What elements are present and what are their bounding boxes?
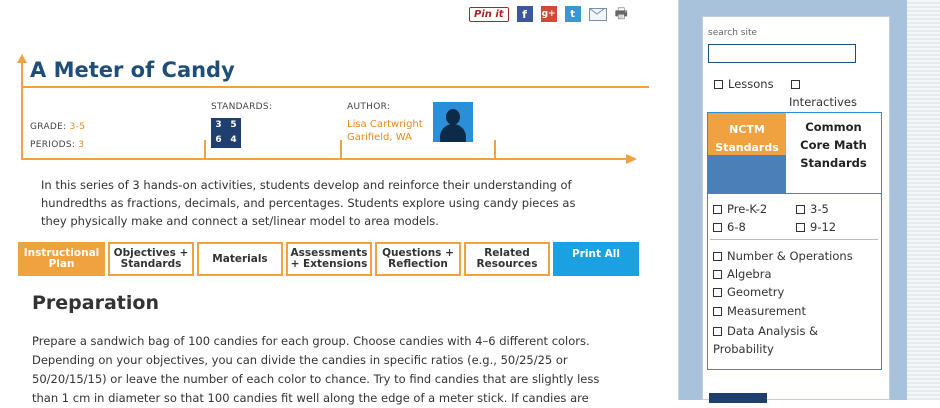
topic-checkbox[interactable] [713,270,722,279]
tab-assessments-extensions[interactable]: Assessments + Extensions [286,242,372,276]
lesson-summary: In this series of 3 hands-on activities,… [41,178,576,228]
periods-value: 3 [78,140,85,150]
nctm-tab-indicator [708,155,786,193]
grade-label: GRADE: [30,122,67,132]
grade-option[interactable]: Pre-K-2 [713,202,767,216]
lesson-title: A Meter of Candy [30,58,235,82]
timeline-arrow-right [626,154,637,164]
grade-option[interactable]: 3-5 [796,202,829,216]
preparation-text: Prepare a sandwich bag of 100 candies fo… [32,334,600,405]
standards-icon-digit: 5 [230,120,237,130]
filter-lessons-label: Lessons [728,77,774,91]
tab-instructional-plan[interactable]: Instructional Plan [18,242,105,276]
topic-checkbox[interactable] [713,327,722,336]
preparation-heading: Preparation [32,292,159,314]
tab-questions-reflection[interactable]: Questions + Reflection [375,242,461,276]
avatar [433,102,473,142]
timeline-tick [204,140,206,158]
page-edge-background [907,0,940,400]
email-icon[interactable] [588,7,607,21]
search-input[interactable] [708,44,856,63]
grade-option[interactable]: 9-12 [796,220,836,234]
timeline-vertical [21,62,23,160]
tab-objectives-standards[interactable]: Objectives + Standards [108,242,194,276]
filter-divider [710,239,878,240]
topic-option[interactable]: Number & Operations [713,249,853,263]
author-label: AUTHOR: [347,102,391,112]
author-name[interactable]: Lisa Cartwright [347,118,423,131]
nctm-standards-label: NCTM Standards [715,123,779,154]
interactives-checkbox[interactable] [791,80,800,89]
topic-option[interactable]: Measurement [713,304,806,318]
grade-option-label: 9-12 [810,220,837,234]
share-bar: Pin it f g+ t 🖶 [469,6,628,22]
topic-option-label: Measurement [727,304,806,318]
timeline-bottom-line [21,158,627,160]
standards-icon-digit: 3 [215,120,222,130]
standards-toggle: NCTM Standards Common Core Math Standard… [707,112,882,194]
grade-checkbox[interactable] [713,205,722,214]
lessons-checkbox[interactable] [714,80,723,89]
facebook-icon[interactable]: f [516,6,533,22]
topic-checkbox[interactable] [713,307,722,316]
periods-label: PERIODS: [30,140,76,150]
topic-option-label: Geometry [727,285,785,299]
standards-icon-digit: 6 [215,135,222,145]
topic-option[interactable]: Data Analysis & Probability [713,322,873,358]
grade-checkbox[interactable] [796,223,805,232]
twitter-icon[interactable]: t [564,6,581,22]
printer-icon[interactable]: 🖶 [615,7,628,21]
search-label: search site [708,28,758,38]
grade-option-label: 3-5 [810,202,829,216]
filter-lessons[interactable]: Lessons [714,77,774,91]
timeline-tick [340,140,342,158]
topic-option-label: Number & Operations [727,249,853,263]
filter-interactives[interactable] [791,77,805,91]
sidebar-bottom-button[interactable] [709,393,767,403]
filter-interactives-label[interactable]: Interactives [789,95,857,109]
topic-checkbox[interactable] [713,288,722,297]
grade-option[interactable]: 6-8 [713,220,746,234]
periods-meta: PERIODS: 3 [30,140,84,150]
standards-label: STANDARDS: [211,102,273,112]
avatar-head [446,109,460,125]
avatar-body [440,124,466,142]
author-location: Garifield, WA [347,132,412,143]
grade-checkbox[interactable] [713,223,722,232]
grade-checkbox[interactable] [796,205,805,214]
print-all-button[interactable]: Print All [553,242,639,276]
tab-materials[interactable]: Materials [197,242,283,276]
topic-checkbox[interactable] [713,252,722,261]
common-core-tab[interactable]: Common Core Math Standards [786,113,881,193]
grade-option-label: Pre-K-2 [727,202,768,216]
googleplus-icon[interactable]: g+ [540,6,557,22]
nctm-standards-tab[interactable]: NCTM Standards [708,113,786,193]
lesson-tabs: Instructional Plan Objectives + Standard… [18,242,639,276]
grade-value[interactable]: 3-5 [70,122,86,132]
tab-related-resources[interactable]: Related Resources [464,242,550,276]
timeline-top-line [21,86,649,88]
standards-icon[interactable]: 3 5 6 4 [211,118,241,148]
topic-option-label: Data Analysis & Probability [713,324,819,356]
pinterest-button[interactable]: Pin it [469,6,509,22]
grade-meta: GRADE: 3-5 [30,122,85,132]
author-info: Lisa Cartwright Garifield, WA [347,118,423,144]
topic-option[interactable]: Algebra [713,267,772,281]
grade-option-label: 6-8 [727,220,746,234]
topic-option[interactable]: Geometry [713,285,784,299]
standards-icon-digit: 4 [230,135,237,145]
timeline-tick [494,140,496,158]
topic-option-label: Algebra [727,267,772,281]
